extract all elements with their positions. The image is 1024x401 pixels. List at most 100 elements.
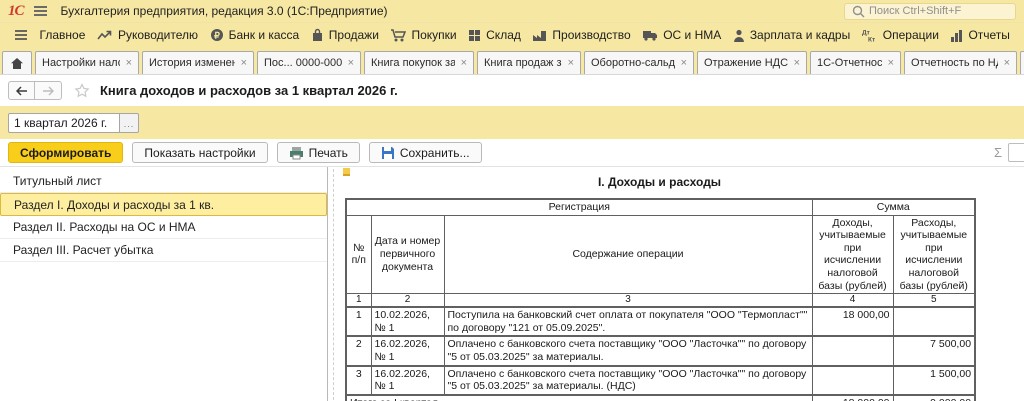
table-row[interactable]: 1 10.02.2026, № 1 Поступила на банковски… — [346, 307, 975, 336]
cell-content: Оплачено с банковского счета поставщику … — [444, 336, 812, 365]
tab-close-icon[interactable]: × — [794, 57, 800, 69]
truck-icon — [642, 29, 658, 41]
table-row[interactable]: 2 16.02.2026, № 1 Оплачено с банковского… — [346, 336, 975, 365]
cell-num: 2 — [346, 336, 371, 365]
total-income: 18 000,00 — [812, 395, 893, 401]
menu-label: ОС и НМА — [663, 28, 721, 42]
1c-logo: 1С — [8, 4, 24, 19]
tab-declaration[interactable]: Декл — [1020, 51, 1024, 74]
tab-label: Настройки налог... — [42, 57, 120, 69]
main-menu-icon[interactable] — [34, 6, 47, 16]
tab-close-icon[interactable]: × — [888, 57, 894, 69]
report-section-title: I. Доходы и расходы — [345, 175, 974, 189]
tab-trial-balance[interactable]: Оборотно-сальд... × — [584, 51, 694, 74]
total-row: Итого за I квартал 18 000,00 9 000,00 — [346, 395, 975, 401]
menu-reports[interactable]: Отчеты — [950, 28, 1009, 42]
tab-close-icon[interactable]: × — [126, 57, 132, 69]
tab-sales-book[interactable]: Книга продаж за ... × — [477, 51, 581, 74]
section-item-3-loss[interactable]: Раздел III. Расчет убытка — [0, 239, 327, 262]
section-label: Раздел II. Расходы на ОС и НМА — [13, 220, 196, 234]
menu-label: Производство — [552, 28, 630, 42]
cell-content: Поступила на банковский счет оплата от п… — [444, 307, 812, 336]
cell-num: 1 — [346, 307, 371, 336]
home-tab[interactable] — [2, 51, 32, 74]
generate-button[interactable]: Сформировать — [8, 142, 123, 163]
save-label: Сохранить... — [400, 146, 470, 160]
total-label: Итого за I квартал — [346, 395, 812, 401]
svg-text:Кт: Кт — [868, 37, 875, 43]
tab-receipt-document[interactable]: Пос... 0000-000001 × — [257, 51, 361, 74]
show-settings-button[interactable]: Показать настройки — [132, 142, 267, 163]
tab-tax-settings[interactable]: Настройки налог... × — [35, 51, 139, 74]
cell-expense: 1 500,00 — [893, 366, 975, 395]
tab-close-icon[interactable]: × — [461, 57, 467, 69]
tab-1c-reporting[interactable]: 1С-Отчетность × — [810, 51, 901, 74]
col-number: 5 — [893, 294, 975, 308]
forward-button[interactable] — [35, 81, 62, 100]
cart-icon — [390, 28, 406, 42]
menu-purchases[interactable]: Покупки — [390, 28, 456, 42]
menu-label: Операции — [883, 28, 939, 42]
cell-doc: 16.02.2026, № 1 — [371, 366, 444, 395]
menu-label: Отчеты — [968, 28, 1009, 42]
cell-num: 3 — [346, 366, 371, 395]
forward-arrow-icon — [42, 86, 54, 96]
col-number: 1 — [346, 294, 371, 308]
cell-expense — [893, 307, 975, 336]
menu-manager[interactable]: Руководителю — [97, 28, 198, 42]
favorite-star-icon[interactable] — [74, 83, 90, 98]
tab-label: История изменен... — [149, 57, 235, 69]
tab-close-icon[interactable]: × — [1004, 57, 1010, 69]
panel-splitter[interactable] — [328, 167, 339, 401]
back-button[interactable] — [8, 81, 35, 100]
table-row[interactable]: 3 16.02.2026, № 1 Оплачено с банковского… — [346, 366, 975, 395]
tab-close-icon[interactable]: × — [348, 57, 354, 69]
menu-label: Руководителю — [118, 28, 198, 42]
menu-os-nma[interactable]: ОС и НМА — [642, 28, 721, 42]
menu-sales[interactable]: Продажи — [311, 28, 379, 42]
window-titlebar: 1С Бухгалтерия предприятия, редакция 3.0… — [0, 0, 1024, 23]
home-icon — [10, 57, 24, 70]
page-header: Книга доходов и расходов за 1 квартал 20… — [0, 75, 1024, 106]
search-placeholder: Поиск Ctrl+Shift+F — [869, 5, 961, 17]
menu-bank-cash[interactable]: ₽ Банк и касса — [210, 28, 300, 42]
menu-label: Продажи — [329, 28, 379, 42]
ruble-coin-icon: ₽ — [210, 28, 224, 42]
sum-result-field[interactable] — [1008, 143, 1024, 162]
global-search[interactable]: Поиск Ctrl+Shift+F — [844, 3, 1016, 20]
income-expense-table: Регистрация Сумма № п/п Дата и номер пер… — [345, 198, 976, 401]
report-spreadsheet: I. Доходы и расходы Регистрация Сумма № … — [339, 167, 1024, 401]
menu-salary-hr[interactable]: Зарплата и кадры — [733, 28, 850, 42]
menu-operations[interactable]: ДтКт Операции — [862, 28, 939, 42]
sections-icon — [14, 29, 28, 41]
section-menubar: Главное Руководителю ₽ Банк и касса Прод… — [0, 23, 1024, 47]
tab-change-history[interactable]: История изменен... × — [142, 51, 254, 74]
cell-income — [812, 366, 893, 395]
menu-production[interactable]: Производство — [532, 28, 630, 42]
column-header-row: № п/п Дата и номер первичного документа … — [346, 215, 975, 294]
menu-main[interactable]: Главное — [40, 28, 86, 42]
sections-panel-button[interactable] — [14, 29, 28, 41]
col-header-income: Доходы, учитываемые при исчислении налог… — [812, 215, 893, 294]
section-item-1-income-expense[interactable]: Раздел I. Доходы и расходы за 1 кв. — [0, 193, 327, 216]
save-button[interactable]: Сохранить... — [369, 142, 482, 163]
svg-text:Дт: Дт — [862, 30, 870, 37]
print-label: Печать — [309, 146, 348, 160]
tab-close-icon[interactable]: × — [241, 57, 247, 69]
col-header-doc: Дата и номер первичного документа — [371, 215, 444, 294]
col-number: 2 — [371, 294, 444, 308]
trend-icon — [97, 29, 113, 41]
cell-doc: 10.02.2026, № 1 — [371, 307, 444, 336]
tab-label: Книга покупок за ... — [371, 57, 455, 69]
section-item-title-page[interactable]: Титульный лист — [0, 170, 327, 193]
tab-close-icon[interactable]: × — [681, 57, 687, 69]
tab-purchase-book[interactable]: Книга покупок за ... × — [364, 51, 474, 74]
tab-vat-reporting[interactable]: Отчетность по НДС × — [904, 51, 1017, 74]
period-choose-button[interactable]: ... — [120, 113, 139, 133]
section-item-2-os-nma[interactable]: Раздел II. Расходы на ОС и НМА — [0, 216, 327, 239]
period-input[interactable]: 1 квартал 2026 г. — [8, 113, 120, 133]
print-button[interactable]: Печать — [277, 142, 360, 163]
tab-vat-reflection[interactable]: Отражение НДС ... × — [697, 51, 807, 74]
menu-warehouse[interactable]: Склад — [468, 28, 521, 42]
tab-close-icon[interactable]: × — [568, 57, 574, 69]
